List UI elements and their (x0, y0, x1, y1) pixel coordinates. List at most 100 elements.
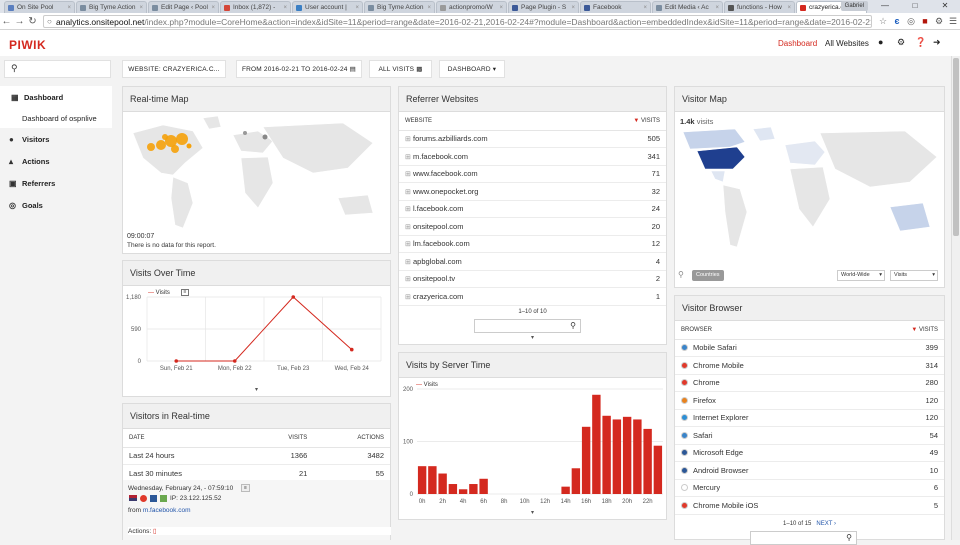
browser-tab[interactable]: functions - How × (724, 1, 795, 13)
table-search-input[interactable]: ⚲ (474, 319, 581, 333)
metric-select[interactable]: Visits ▾ (890, 270, 938, 281)
table-row[interactable]: ⊞ crazyerica.com 1 (399, 287, 666, 306)
table-row[interactable]: ⊞ l.facebook.com 24 (399, 200, 666, 218)
user-icon[interactable]: ● (878, 37, 883, 47)
table-row[interactable]: Mercury 6 (675, 479, 944, 497)
bar-1h[interactable] (428, 466, 437, 494)
browser-tab[interactable]: Page Plugin - S × (508, 1, 579, 13)
extension-gear-icon[interactable]: ⚙ (932, 16, 946, 27)
scrollbar-thumb[interactable] (953, 58, 959, 236)
bar-5h[interactable] (469, 484, 478, 494)
table-row[interactable]: Chrome Mobile 314 (675, 356, 944, 375)
expand-icon[interactable]: ⊞ (405, 240, 411, 248)
sidebar-item-actions[interactable]: ▴ Actions (0, 150, 112, 172)
widget-title[interactable]: Visits by Server Time (399, 353, 666, 378)
browser-tab[interactable]: Edit Media ‹ Ac × (652, 1, 723, 13)
table-row[interactable]: ⊞ www.onepocket.org 32 (399, 182, 666, 201)
sidebar-subitem-dashboard-ospnlive[interactable]: Dashboard of ospnlive (0, 108, 112, 128)
bar-23h[interactable] (653, 445, 663, 494)
data-point[interactable] (349, 347, 354, 352)
close-window-icon[interactable]: ✕ (930, 0, 960, 13)
extension-e-icon[interactable]: є (890, 16, 904, 26)
table-row[interactable]: ⊞ apbglobal.com 4 (399, 252, 666, 271)
table-row[interactable]: Chrome 280 (675, 374, 944, 392)
expand-icon[interactable]: ⊞ (405, 135, 411, 143)
bar-2h[interactable] (438, 473, 447, 494)
sidebar-item-visitors[interactable]: ● Visitors (0, 128, 112, 150)
close-tab-icon[interactable]: × (643, 5, 647, 11)
folder-icon[interactable]: ▯ (153, 528, 157, 535)
expand-icon[interactable]: ⊞ (405, 293, 411, 301)
series-picker-icon[interactable]: ≡ (181, 289, 189, 296)
bar-4h[interactable] (458, 489, 468, 494)
data-point[interactable] (174, 359, 179, 363)
widget-title[interactable]: Visitor Map (675, 87, 944, 112)
bookmark-star-icon[interactable]: ☆ (876, 16, 890, 27)
col-visits[interactable]: ▼ VISITS (588, 112, 666, 131)
table-row[interactable]: Microsoft Edge 49 (675, 444, 944, 462)
next-page-link[interactable]: NEXT › (816, 521, 836, 527)
close-tab-icon[interactable]: × (499, 5, 503, 11)
bar-21h[interactable] (633, 419, 642, 494)
visitor-world-map[interactable] (675, 127, 944, 267)
expand-icon[interactable]: ⊞ (405, 275, 411, 283)
visits-over-time-chart[interactable]: 0 590 1,180 Sun, Feb 21 Mon, Feb 22 Tue, Feb … (123, 287, 390, 385)
widget-title[interactable]: Visitor Browser (675, 296, 944, 321)
widget-title[interactable]: Visits Over Time (123, 261, 390, 286)
bar-17h[interactable] (592, 394, 601, 494)
close-tab-icon[interactable]: × (139, 5, 143, 11)
table-row[interactable]: ⊞ onsitepool.com 20 (399, 217, 666, 236)
table-row[interactable]: Mobile Safari 399 (675, 339, 944, 357)
browser-tab[interactable]: Facebook × (580, 1, 651, 13)
widget-footer-toggle[interactable]: ▾ (123, 386, 390, 393)
server-time-chart[interactable]: 0 100 200 0h 2h 4h 6h 8h 10h 12h 14h 16h 18h 20h 22h (399, 379, 666, 509)
segment-selector[interactable]: ALL VISITS ▩ (369, 60, 432, 78)
minimize-icon[interactable]: — (870, 0, 900, 13)
bar-0h[interactable] (417, 466, 427, 494)
expand-icon[interactable]: ⊞ (405, 170, 411, 178)
sidebar-item-goals[interactable]: ◎ Goals (0, 194, 112, 216)
reload-icon[interactable]: ↻ (26, 16, 39, 27)
extension-pdf-icon[interactable]: ■ (918, 16, 932, 26)
close-tab-icon[interactable]: × (355, 5, 359, 11)
browser-profile-badge[interactable]: Gabriel (840, 1, 868, 11)
widget-footer-toggle[interactable]: ▾ (399, 334, 666, 341)
forward-icon[interactable]: → (13, 16, 26, 27)
referrer-link[interactable]: m.facebook.com (143, 507, 191, 514)
close-tab-icon[interactable]: × (67, 5, 71, 11)
table-row[interactable]: Internet Explorer 120 (675, 409, 944, 427)
bar-20h[interactable] (622, 416, 632, 494)
chart-legend[interactable]: — Visits (148, 290, 170, 296)
browser-tab[interactable]: Big Tyme Action × (76, 1, 147, 13)
table-row[interactable]: ⊞ m.facebook.com 341 (399, 147, 666, 166)
browser-tab[interactable]: Edit Page ‹ Pool × (148, 1, 219, 13)
table-row[interactable]: Chrome Mobile iOS 5 (675, 496, 944, 515)
sign-out-icon[interactable]: ➜ (933, 37, 941, 48)
menu-search-input[interactable]: ⚲ (4, 60, 111, 78)
browser-menu-icon[interactable]: ☰ (946, 16, 960, 27)
browser-tab[interactable]: User account | × (292, 1, 363, 13)
bar-3h[interactable] (448, 484, 458, 494)
visitor-profile-icon[interactable]: ≡ (241, 484, 250, 492)
website-selector[interactable]: WEBSITE: CRAZYERICA.C... (122, 60, 226, 78)
browser-tab[interactable]: actionpromo/W × (436, 1, 507, 13)
piwik-logo[interactable]: PIWIK (9, 38, 46, 52)
table-search-input[interactable]: ⚲ (750, 531, 857, 545)
zoom-out-icon[interactable]: ⚲ (678, 270, 684, 279)
close-tab-icon[interactable]: × (211, 5, 215, 11)
page-scrollbar[interactable] (951, 56, 960, 540)
extension-c-icon[interactable]: ◎ (904, 16, 918, 27)
back-icon[interactable]: ← (0, 16, 13, 27)
admin-gear-icon[interactable]: ⚙ (897, 37, 905, 48)
dashboard-selector[interactable]: DASHBOARD ▾ (439, 60, 505, 78)
expand-icon[interactable]: ⊞ (405, 188, 411, 196)
help-icon[interactable]: ❓ (915, 37, 926, 48)
browser-tab[interactable]: Inbox (1,872) - × (220, 1, 291, 13)
bar-22h[interactable] (643, 428, 652, 494)
sidebar-item-referrers[interactable]: ▣ Referrers (0, 172, 112, 194)
col-visits[interactable]: ▼ VISITS (862, 321, 944, 340)
col-website[interactable]: WEBSITE (399, 112, 589, 131)
close-tab-icon[interactable]: × (427, 5, 431, 11)
widget-footer-toggle[interactable]: ▾ (399, 509, 666, 516)
bar-18h[interactable] (602, 415, 611, 494)
